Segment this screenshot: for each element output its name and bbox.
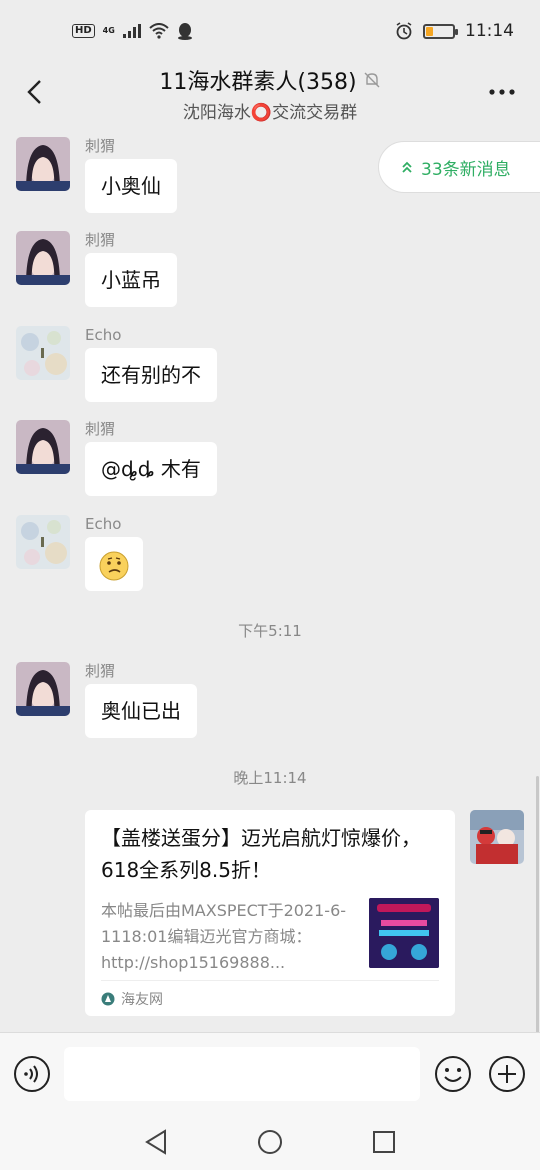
message-bubble[interactable]: 还有别的不 (85, 348, 217, 402)
emoji-button[interactable] (433, 1054, 473, 1094)
timestamp: 晚上11:14 (233, 769, 307, 787)
status-right: 11:14 (395, 21, 514, 41)
group-title: 11海水群素人(358) (159, 69, 357, 95)
link-card[interactable]: 【盖楼送蛋分】迈光启航灯惊爆价，618全系列8.5折！ 本帖最后由MAXSPEC… (85, 810, 455, 1016)
sender-name: 刺猬 (85, 662, 116, 680)
nav-home-icon[interactable] (256, 1128, 284, 1156)
new-messages-label: 33条新消息 (421, 159, 511, 180)
link-desc-row: 本帖最后由MAXSPECT于2021-6-1118:01编辑迈光官方商城：htt… (101, 898, 439, 976)
thinking-emoji-icon (99, 551, 129, 580)
sender-name: Echo (85, 515, 122, 533)
avatar[interactable] (16, 662, 70, 716)
plus-button[interactable] (487, 1054, 527, 1094)
alarm-icon (396, 22, 412, 40)
message-body: 刺猬 小奥仙 (85, 137, 177, 213)
my-avatar[interactable] (470, 810, 524, 864)
avatar[interactable] (16, 137, 70, 191)
chat-area[interactable]: 刺猬 小奥仙 刺猬 小蓝吊 Echo 还有别的不 刺猬 @ȡ̮ȡ 木有 Echo… (0, 124, 540, 1032)
message-body: 刺猬 @ȡ̮ȡ 木有 (85, 420, 217, 496)
message-body: Echo (85, 515, 143, 591)
source-name: 海友网 (121, 991, 163, 1008)
nav-recents-icon[interactable] (371, 1129, 397, 1155)
message-item: Echo 还有别的不 (16, 326, 217, 402)
qq-icon (177, 23, 192, 40)
scrollbar[interactable] (536, 776, 539, 1032)
back-button[interactable] (16, 74, 52, 110)
timestamp: 下午5:11 (238, 622, 302, 640)
source-logo-icon (101, 992, 115, 1005)
voice-button[interactable] (12, 1054, 52, 1094)
chat-header: 11海水群素人(358) 沈阳海水⭕交流交易群 (0, 62, 540, 124)
more-button[interactable] (484, 74, 520, 110)
link-description: 本帖最后由MAXSPECT于2021-6-1118:01编辑迈光官方商城：htt… (101, 901, 347, 972)
plus-icon (489, 1055, 525, 1092)
status-bar: HD 4G 11:14 (0, 0, 540, 62)
avatar[interactable] (16, 326, 70, 380)
back-arrow-icon (27, 80, 41, 104)
link-title: 【盖楼送蛋分】迈光启航灯惊爆价，618全系列8.5折！ (101, 826, 421, 882)
battery-icon (423, 23, 458, 39)
avatar[interactable] (16, 231, 70, 285)
avatar[interactable] (16, 420, 70, 474)
message-item: 刺猬 奥仙已出 (16, 662, 197, 738)
more-dots-icon (489, 89, 515, 95)
network-type: 4G (102, 26, 115, 35)
group-subtitle: 沈阳海水⭕交流交易群 (182, 102, 358, 123)
hd-badge: HD (72, 24, 95, 38)
link-thumbnail (369, 898, 439, 968)
message-item: 刺猬 小蓝吊 (16, 231, 177, 307)
title-row: 11海水群素人(358) (159, 64, 380, 96)
message-body: 刺猬 奥仙已出 (85, 662, 197, 738)
wifi-icon (149, 23, 169, 39)
message-item: 刺猬 @ȡ̮ȡ 木有 (16, 420, 217, 496)
message-input[interactable] (64, 1046, 420, 1101)
status-time: 11:14 (465, 21, 514, 41)
message-bubble[interactable]: 小蓝吊 (85, 253, 177, 307)
signal-icon (122, 24, 141, 38)
message-bubble[interactable]: @ȡ̮ȡ 木有 (85, 442, 217, 496)
sender-name: 刺猬 (85, 137, 116, 155)
mute-bell-icon (364, 72, 380, 87)
message-body: Echo 还有别的不 (85, 326, 217, 402)
system-nav-bar (0, 1114, 540, 1170)
link-source: 海友网 (101, 980, 439, 1016)
input-bar (0, 1032, 540, 1114)
emoji-bubble[interactable] (85, 537, 143, 591)
avatar[interactable] (16, 515, 70, 569)
sender-name: Echo (85, 326, 122, 344)
sender-name: 刺猬 (85, 231, 116, 249)
voice-icon (14, 1055, 50, 1092)
sender-name: 刺猬 (85, 420, 116, 438)
message-body: 刺猬 小蓝吊 (85, 231, 177, 307)
double-up-arrow-icon (402, 161, 412, 173)
status-left: HD 4G (72, 22, 193, 40)
message-bubble[interactable]: 奥仙已出 (85, 684, 197, 738)
message-item: Echo (16, 515, 143, 591)
message-item: 刺猬 小奥仙 (16, 137, 177, 213)
emoji-icon (435, 1055, 471, 1092)
title-block: 11海水群素人(358) 沈阳海水⭕交流交易群 (159, 64, 380, 123)
battery-level (426, 26, 433, 36)
nav-back-icon[interactable] (143, 1128, 169, 1156)
new-messages-button[interactable]: 33条新消息 (378, 141, 540, 193)
message-bubble[interactable]: 小奥仙 (85, 159, 177, 213)
